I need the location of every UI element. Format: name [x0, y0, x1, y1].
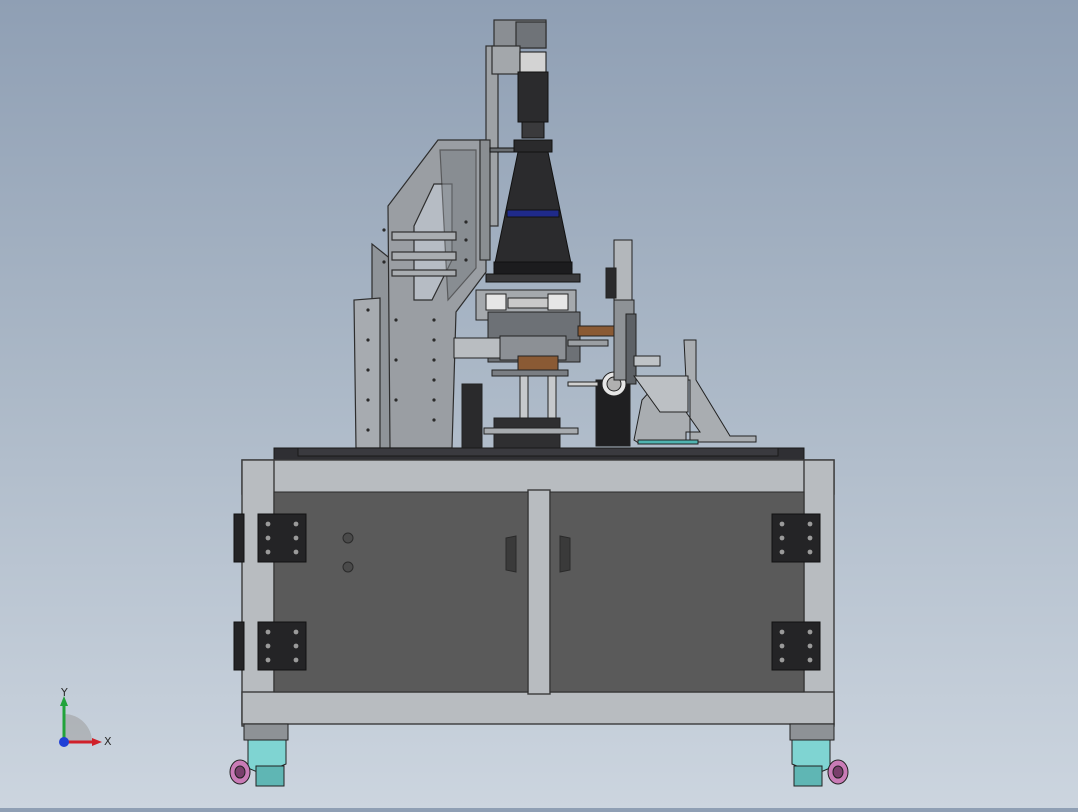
coordinate-triad-icon: Y X — [59, 686, 112, 748]
z-axis-dot — [59, 737, 69, 747]
triad-plane — [64, 714, 92, 742]
y-axis-label: Y — [60, 686, 68, 699]
x-axis-arrowhead — [92, 738, 102, 746]
caster-right — [789, 723, 849, 787]
machine-model — [229, 19, 849, 787]
work-stage — [453, 289, 631, 449]
camera-lens-assembly — [485, 51, 581, 283]
right-actuator — [605, 239, 661, 385]
x-axis-label: X — [104, 735, 112, 748]
caster-left — [229, 723, 289, 787]
cad-viewport[interactable]: Y X — [0, 0, 1078, 808]
